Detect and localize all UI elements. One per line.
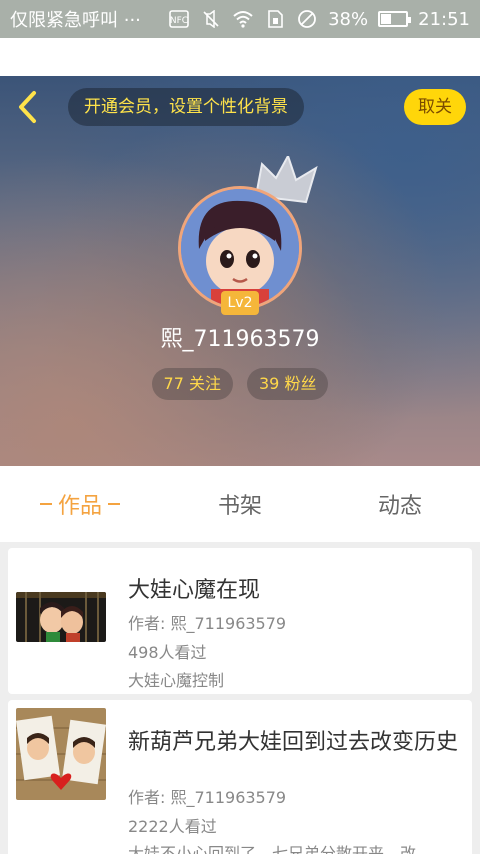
level-badge: Lv2	[221, 291, 259, 315]
status-bar: 仅限紧急呼叫 ··· NFC 38% 21:51	[0, 0, 480, 38]
nfc-icon: NFC	[168, 10, 190, 28]
list-item[interactable]: 新葫芦兄弟大娃回到过去改变历史 作者: 熙_711963579 2222人看过 …	[8, 700, 472, 854]
unfollow-button[interactable]: 取关	[404, 89, 466, 125]
clock: 21:51	[418, 8, 470, 30]
work-summary: 大娃心魔控制	[128, 671, 225, 690]
work-summary: 大娃不小心回到了，七兄弟分散开来，改	[128, 844, 417, 854]
sim-icon	[264, 10, 286, 28]
tab-active-indicator-left	[39, 503, 52, 505]
work-author: 作者: 熙_711963579	[128, 788, 287, 807]
mute-icon	[200, 10, 222, 28]
tab-activity[interactable]: 动态	[320, 466, 480, 542]
app-top-bar	[0, 38, 480, 76]
chevron-left-icon	[19, 91, 36, 123]
tab-bookshelf[interactable]: 书架	[160, 466, 320, 542]
avatar-image	[181, 189, 299, 307]
tab-activity-label: 动态	[377, 494, 422, 519]
work-views: 498人看过	[128, 643, 207, 662]
work-cover	[16, 592, 106, 642]
profile-header: 开通会员，设置个性化背景 取关 Lv2 熙_711963579 77 关注 39…	[0, 76, 480, 466]
work-author: 作者: 熙_711963579	[128, 614, 287, 633]
tab-active-indicator-right	[108, 503, 120, 505]
tab-works[interactable]: 作品	[0, 466, 160, 542]
battery-icon	[378, 11, 412, 27]
following-count[interactable]: 77 关注	[151, 368, 233, 400]
work-title: 大娃心魔在现	[128, 578, 261, 603]
work-title: 新葫芦兄弟大娃回到过去改变历史	[128, 730, 459, 755]
work-views: 2222人看过	[128, 817, 217, 836]
tab-bookshelf-label: 书架	[217, 494, 262, 519]
username: 熙_711963579	[160, 327, 320, 352]
vip-background-prompt[interactable]: 开通会员，设置个性化背景	[68, 88, 304, 126]
profile-tabs: 作品 书架 动态	[0, 466, 480, 542]
wifi-icon	[232, 10, 254, 28]
tab-works-label: 作品	[57, 494, 102, 519]
dnd-icon	[296, 10, 318, 28]
battery-percent: 38%	[328, 8, 369, 30]
carrier-text: 仅限紧急呼叫 ···	[10, 10, 141, 31]
work-cover	[16, 708, 106, 800]
list-item[interactable]: 大娃心魔在现 作者: 熙_711963579 498人看过 大娃心魔控制	[8, 548, 472, 694]
back-button[interactable]	[14, 90, 44, 124]
fans-count[interactable]: 39 粉丝	[247, 368, 329, 400]
svg-text:NFC: NFC	[170, 16, 188, 26]
